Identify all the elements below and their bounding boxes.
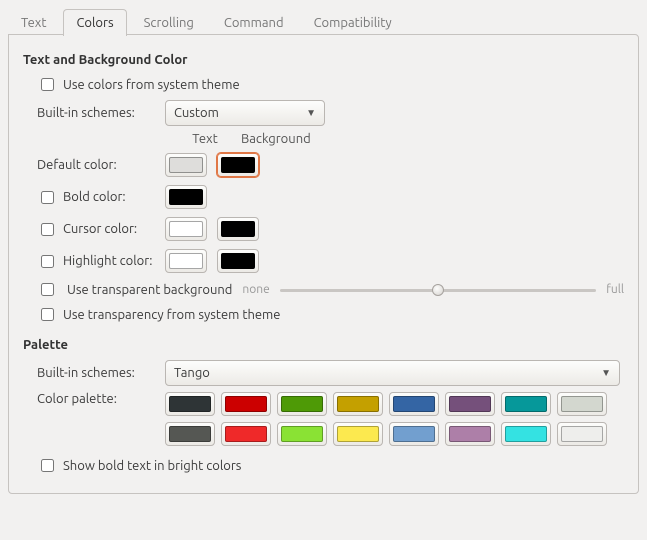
palette-color-1[interactable] bbox=[221, 392, 271, 416]
tab-command-label: Command bbox=[224, 16, 284, 30]
palette-color-9[interactable] bbox=[221, 422, 271, 446]
builtin-schemes-select[interactable]: Custom ▼ bbox=[165, 100, 325, 126]
show-bold-bright-checkbox[interactable] bbox=[41, 459, 54, 472]
column-header-text: Text bbox=[179, 132, 231, 146]
transparent-bg-label: Use transparent background bbox=[67, 283, 232, 297]
column-header-background: Background bbox=[241, 132, 319, 146]
swatch bbox=[561, 396, 603, 412]
palette-color-13[interactable] bbox=[445, 422, 495, 446]
transparent-bg-checkbox[interactable] bbox=[41, 283, 54, 296]
swatch bbox=[169, 396, 211, 412]
swatch bbox=[449, 396, 491, 412]
palette-color-7[interactable] bbox=[557, 392, 607, 416]
palette-color-12[interactable] bbox=[389, 422, 439, 446]
swatch bbox=[221, 157, 255, 173]
palette-color-5[interactable] bbox=[445, 392, 495, 416]
bold-color-label: Bold color: bbox=[63, 190, 126, 204]
colors-panel: Text and Background Color Use colors fro… bbox=[8, 34, 639, 494]
color-palette-label: Color palette: bbox=[37, 392, 165, 406]
swatch bbox=[169, 221, 203, 237]
chevron-down-icon: ▼ bbox=[601, 367, 611, 379]
swatch bbox=[393, 426, 435, 442]
swatch bbox=[337, 426, 379, 442]
swatch bbox=[169, 426, 211, 442]
default-color-label: Default color: bbox=[37, 158, 165, 172]
swatch bbox=[505, 426, 547, 442]
highlight-color-checkbox[interactable] bbox=[41, 255, 54, 268]
palette-section-title: Palette bbox=[23, 338, 624, 352]
palette-color-2[interactable] bbox=[277, 392, 327, 416]
swatch bbox=[393, 396, 435, 412]
palette-color-3[interactable] bbox=[333, 392, 383, 416]
slider-thumb[interactable] bbox=[432, 284, 444, 296]
cursor-text-color-button[interactable] bbox=[165, 217, 207, 241]
use-system-colors-checkbox[interactable] bbox=[41, 78, 54, 91]
palette-color-10[interactable] bbox=[277, 422, 327, 446]
bold-color-button[interactable] bbox=[165, 185, 207, 209]
tab-bar: Text Colors Scrolling Command Compatibil… bbox=[0, 0, 647, 35]
slider-label-full: full bbox=[606, 283, 624, 296]
swatch bbox=[169, 253, 203, 269]
builtin-schemes-value: Custom bbox=[174, 106, 219, 120]
palette-color-15[interactable] bbox=[557, 422, 607, 446]
transparency-system-label: Use transparency from system theme bbox=[63, 308, 280, 322]
default-bg-color-button[interactable] bbox=[217, 153, 259, 177]
tab-scrolling[interactable]: Scrolling bbox=[131, 9, 207, 36]
palette-schemes-label: Built-in schemes: bbox=[37, 366, 165, 380]
tab-compatibility[interactable]: Compatibility bbox=[301, 9, 405, 36]
tab-text-label: Text bbox=[21, 16, 46, 30]
tab-colors[interactable]: Colors bbox=[63, 9, 126, 36]
swatch bbox=[505, 396, 547, 412]
swatch bbox=[449, 426, 491, 442]
transparency-system-checkbox[interactable] bbox=[41, 308, 54, 321]
tab-command[interactable]: Command bbox=[211, 9, 297, 36]
slider-label-none: none bbox=[242, 283, 269, 296]
swatch bbox=[337, 396, 379, 412]
swatch bbox=[169, 157, 203, 173]
swatch bbox=[221, 253, 255, 269]
cursor-color-checkbox[interactable] bbox=[41, 223, 54, 236]
swatch bbox=[225, 396, 267, 412]
chevron-down-icon: ▼ bbox=[306, 107, 316, 119]
use-system-colors-label: Use colors from system theme bbox=[63, 78, 240, 92]
palette-color-14[interactable] bbox=[501, 422, 551, 446]
swatch bbox=[169, 189, 203, 205]
palette-grid bbox=[165, 392, 607, 446]
palette-color-8[interactable] bbox=[165, 422, 215, 446]
swatch bbox=[281, 426, 323, 442]
transparency-slider[interactable] bbox=[280, 282, 597, 298]
swatch bbox=[281, 396, 323, 412]
cursor-color-label: Cursor color: bbox=[63, 222, 137, 236]
tab-scrolling-label: Scrolling bbox=[144, 16, 194, 30]
cursor-bg-color-button[interactable] bbox=[217, 217, 259, 241]
builtin-schemes-label: Built-in schemes: bbox=[37, 106, 165, 120]
tab-compatibility-label: Compatibility bbox=[314, 16, 392, 30]
palette-color-4[interactable] bbox=[389, 392, 439, 416]
default-text-color-button[interactable] bbox=[165, 153, 207, 177]
highlight-color-label: Highlight color: bbox=[63, 254, 152, 268]
show-bold-bright-label: Show bold text in bright colors bbox=[63, 459, 241, 473]
palette-schemes-select[interactable]: Tango ▼ bbox=[165, 360, 620, 386]
swatch bbox=[561, 426, 603, 442]
bold-color-checkbox[interactable] bbox=[41, 191, 54, 204]
palette-color-0[interactable] bbox=[165, 392, 215, 416]
palette-color-6[interactable] bbox=[501, 392, 551, 416]
swatch bbox=[221, 221, 255, 237]
highlight-bg-color-button[interactable] bbox=[217, 249, 259, 273]
swatch bbox=[225, 426, 267, 442]
tab-text[interactable]: Text bbox=[8, 9, 59, 36]
palette-color-11[interactable] bbox=[333, 422, 383, 446]
tab-colors-label: Colors bbox=[76, 16, 113, 30]
palette-schemes-value: Tango bbox=[174, 366, 210, 380]
text-bg-section-title: Text and Background Color bbox=[23, 53, 624, 67]
highlight-text-color-button[interactable] bbox=[165, 249, 207, 273]
